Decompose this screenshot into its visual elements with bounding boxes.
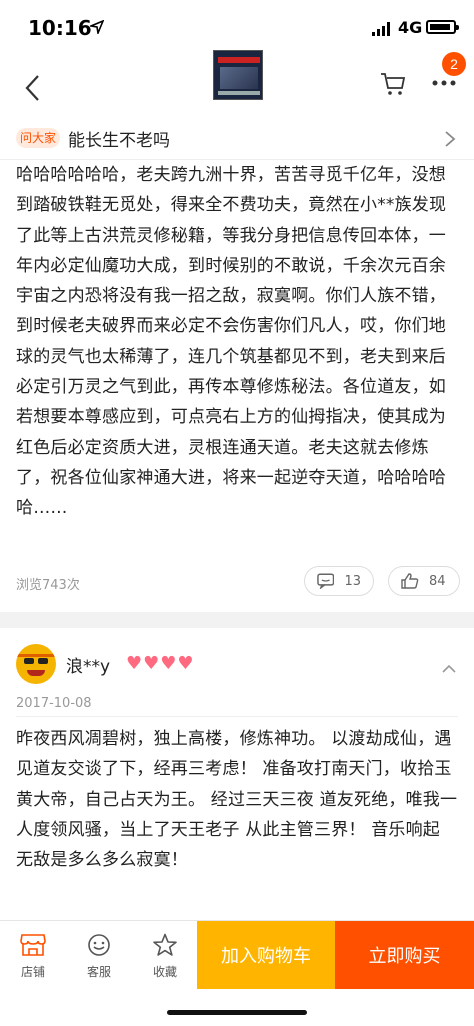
star-icon	[153, 933, 177, 956]
add-to-cart-button[interactable]: 加入购物车	[197, 921, 335, 989]
separator	[16, 716, 458, 717]
product-thumbnail[interactable]	[213, 50, 263, 100]
shop-icon	[20, 934, 46, 956]
heart-icon: ♥	[143, 653, 160, 674]
more-icon[interactable]	[432, 80, 456, 86]
like-button[interactable]: 84	[388, 566, 460, 596]
chevron-up-icon[interactable]	[442, 664, 456, 674]
heart-icon: ♥	[177, 653, 194, 674]
comment-icon	[317, 573, 335, 589]
chat-smile-icon	[88, 934, 110, 956]
network-type: 4G	[398, 18, 423, 37]
service-label: 客服	[86, 965, 111, 979]
chevron-right-icon	[445, 131, 456, 147]
view-count: 浏览743次	[16, 578, 80, 593]
favorite-button[interactable]: 收藏	[140, 933, 190, 980]
ask-everyone-tag: 问大家	[16, 128, 60, 148]
answer-date: 2017-10-08	[16, 696, 92, 711]
cart-badge: 2	[442, 52, 466, 76]
cart-icon[interactable]	[380, 72, 406, 96]
answer-text: 昨夜西风凋碧树，独上高楼，修炼神功。 以渡劫成仙，遇见道友交谈了下，经再三考虑！…	[16, 729, 458, 871]
question-title: 能长生不老吗	[68, 131, 170, 151]
location-arrow-icon	[90, 20, 104, 34]
heart-icon: ♥	[160, 653, 177, 674]
battery-icon	[426, 20, 459, 34]
back-icon[interactable]	[22, 72, 44, 104]
username[interactable]: 浪**y	[66, 652, 110, 677]
heart-icon: ♥	[126, 653, 143, 674]
status-time: 10:16	[28, 16, 92, 40]
shop-button[interactable]: 店铺	[8, 933, 58, 980]
section-divider	[0, 612, 474, 628]
comment-button[interactable]: 13	[304, 566, 374, 596]
thumbs-up-icon	[401, 573, 419, 589]
buy-now-button[interactable]: 立即购买	[335, 921, 474, 989]
comment-count: 13	[344, 573, 361, 589]
shop-label: 店铺	[20, 965, 45, 979]
question-header[interactable]: 问大家 能长生不老吗	[0, 116, 474, 160]
favorite-label: 收藏	[152, 965, 177, 979]
signal-icon	[372, 22, 390, 36]
home-indicator	[167, 1010, 307, 1015]
user-level-hearts: ♥ ♥ ♥ ♥	[126, 654, 195, 674]
avatar[interactable]	[16, 644, 56, 684]
answer-text: 哈哈哈哈哈哈，老夫跨九洲十界，苦苦寻觅千亿年，没想到踏破铁鞋无觅处，得来全不费功…	[16, 165, 447, 519]
customer-service-button[interactable]: 客服	[74, 933, 124, 980]
like-count: 84	[429, 573, 446, 589]
